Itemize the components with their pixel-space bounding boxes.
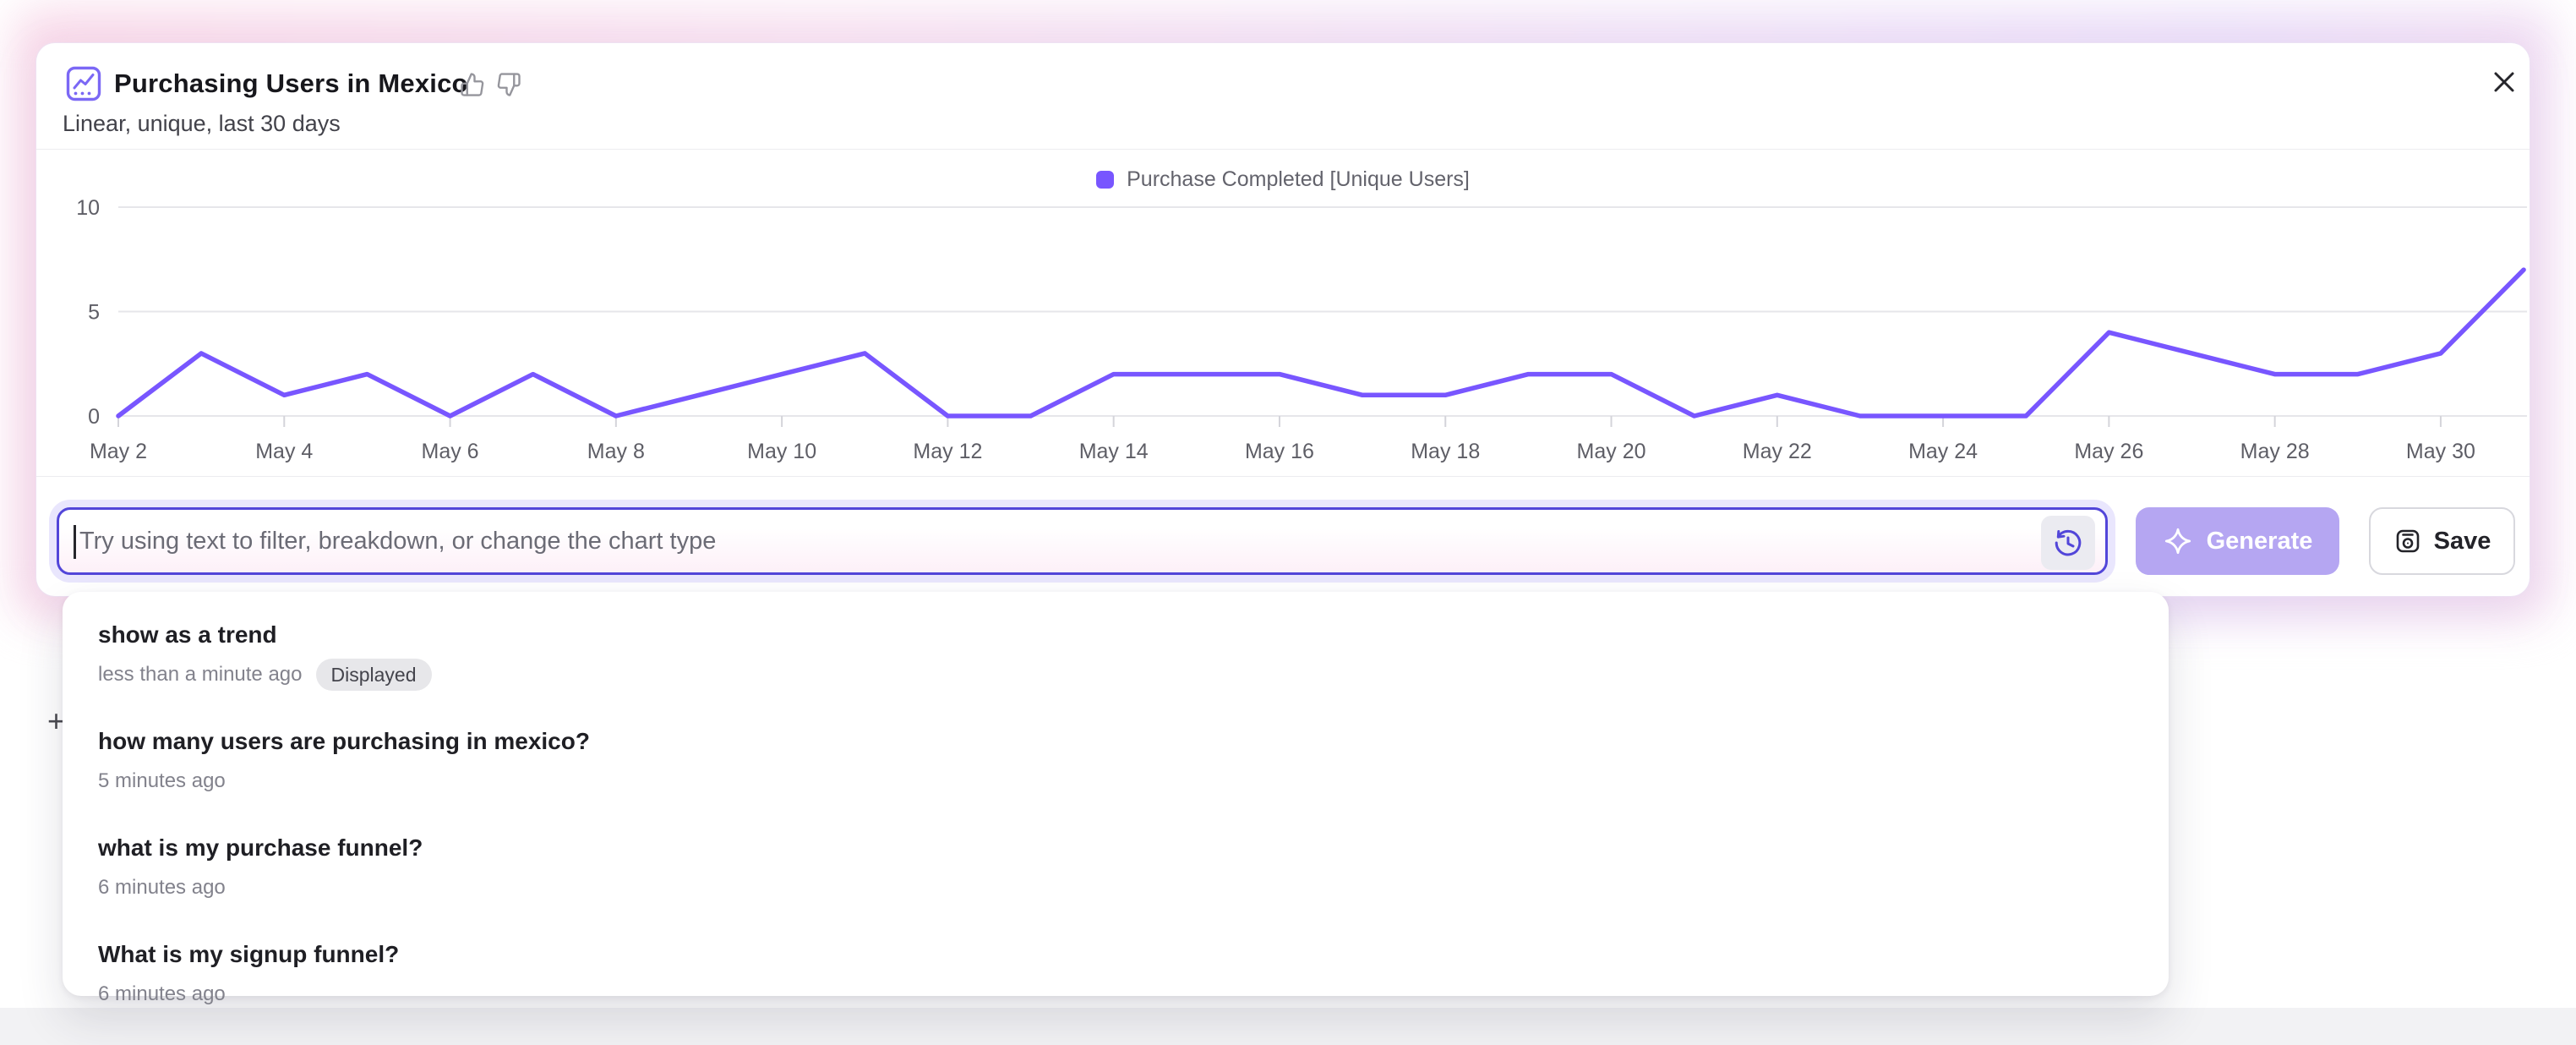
x-axis-label: May 22 [1743,440,1812,463]
x-axis-label: May 20 [1577,440,1646,463]
x-axis-label: May 12 [913,440,982,463]
chart-prompt-divider [36,476,2530,477]
history-item-query: what is my purchase funnel? [98,832,2133,864]
generate-button-label: Generate [2207,528,2313,555]
page-title: Purchasing Users in Mexico [114,66,468,101]
x-axis-label: May 24 [1908,440,1978,463]
x-axis-label: May 2 [90,440,147,463]
history-icon[interactable] [2041,516,2095,570]
header-divider [36,149,2530,150]
save-icon [2393,527,2422,555]
displayed-badge: Displayed [316,659,432,691]
y-axis-label: 10 [76,196,100,220]
history-item[interactable]: what is my purchase funnel? 6 minutes ago [91,829,2140,905]
chart-modal-card: Purchasing Users in Mexico Linear, uniqu… [36,43,2530,596]
history-item-time: less than a minute ago [98,663,303,687]
prompt-input[interactable] [57,507,2108,575]
chart-subtitle: Linear, unique, last 30 days [63,111,341,136]
series-line [118,270,2524,416]
history-item[interactable]: show as a trend less than a minute ago Dis… [91,616,2140,692]
x-axis-label: May 8 [587,440,645,463]
history-item-meta: less than a minute ago Displayed [98,658,2133,692]
generate-button[interactable]: Generate [2136,507,2339,575]
history-item-time: 6 minutes ago [98,876,226,900]
x-axis-label: May 10 [747,440,816,463]
page-bottom-band [0,1008,2576,1045]
x-axis-label: May 6 [422,440,479,463]
history-item[interactable]: What is my signup funnel? 6 minutes ago [91,935,2140,1011]
sparkle-icon [2163,526,2193,556]
thumbs-up-icon[interactable] [460,72,485,97]
history-item-meta: 5 minutes ago [98,764,2133,798]
close-icon[interactable] [2488,66,2520,98]
save-button[interactable]: Save [2369,507,2515,575]
x-axis-label: May 14 [1079,440,1149,463]
history-item-meta: 6 minutes ago [98,871,2133,905]
x-axis-label: May 30 [2406,440,2475,463]
insights-chart-icon [66,66,101,101]
x-axis-label: May 28 [2240,440,2310,463]
history-dropdown: show as a trend less than a minute ago Dis… [63,592,2169,996]
history-item-query: how many users are purchasing in mexico? [98,725,2133,758]
history-item[interactable]: how many users are purchasing in mexico?… [91,722,2140,798]
text-caret [74,525,76,559]
history-item-query: What is my signup funnel? [98,938,2133,971]
y-axis-label: 0 [88,405,100,429]
history-item-time: 5 minutes ago [98,769,226,793]
x-axis-label: May 4 [255,440,313,463]
x-axis-label: May 26 [2074,440,2143,463]
history-item-meta: 6 minutes ago [98,977,2133,1011]
history-item-query: show as a trend [98,619,2133,651]
line-chart: 0 5 10 May 2 May 4 May 6 May 8 May 10 May 12 May … [36,183,2530,474]
thumbs-down-icon[interactable] [496,72,521,97]
history-item-time: 6 minutes ago [98,982,226,1006]
y-axis-label: 5 [88,301,100,325]
save-button-label: Save [2434,528,2491,555]
x-axis-label: May 18 [1411,440,1480,463]
x-axis-label: May 16 [1245,440,1314,463]
